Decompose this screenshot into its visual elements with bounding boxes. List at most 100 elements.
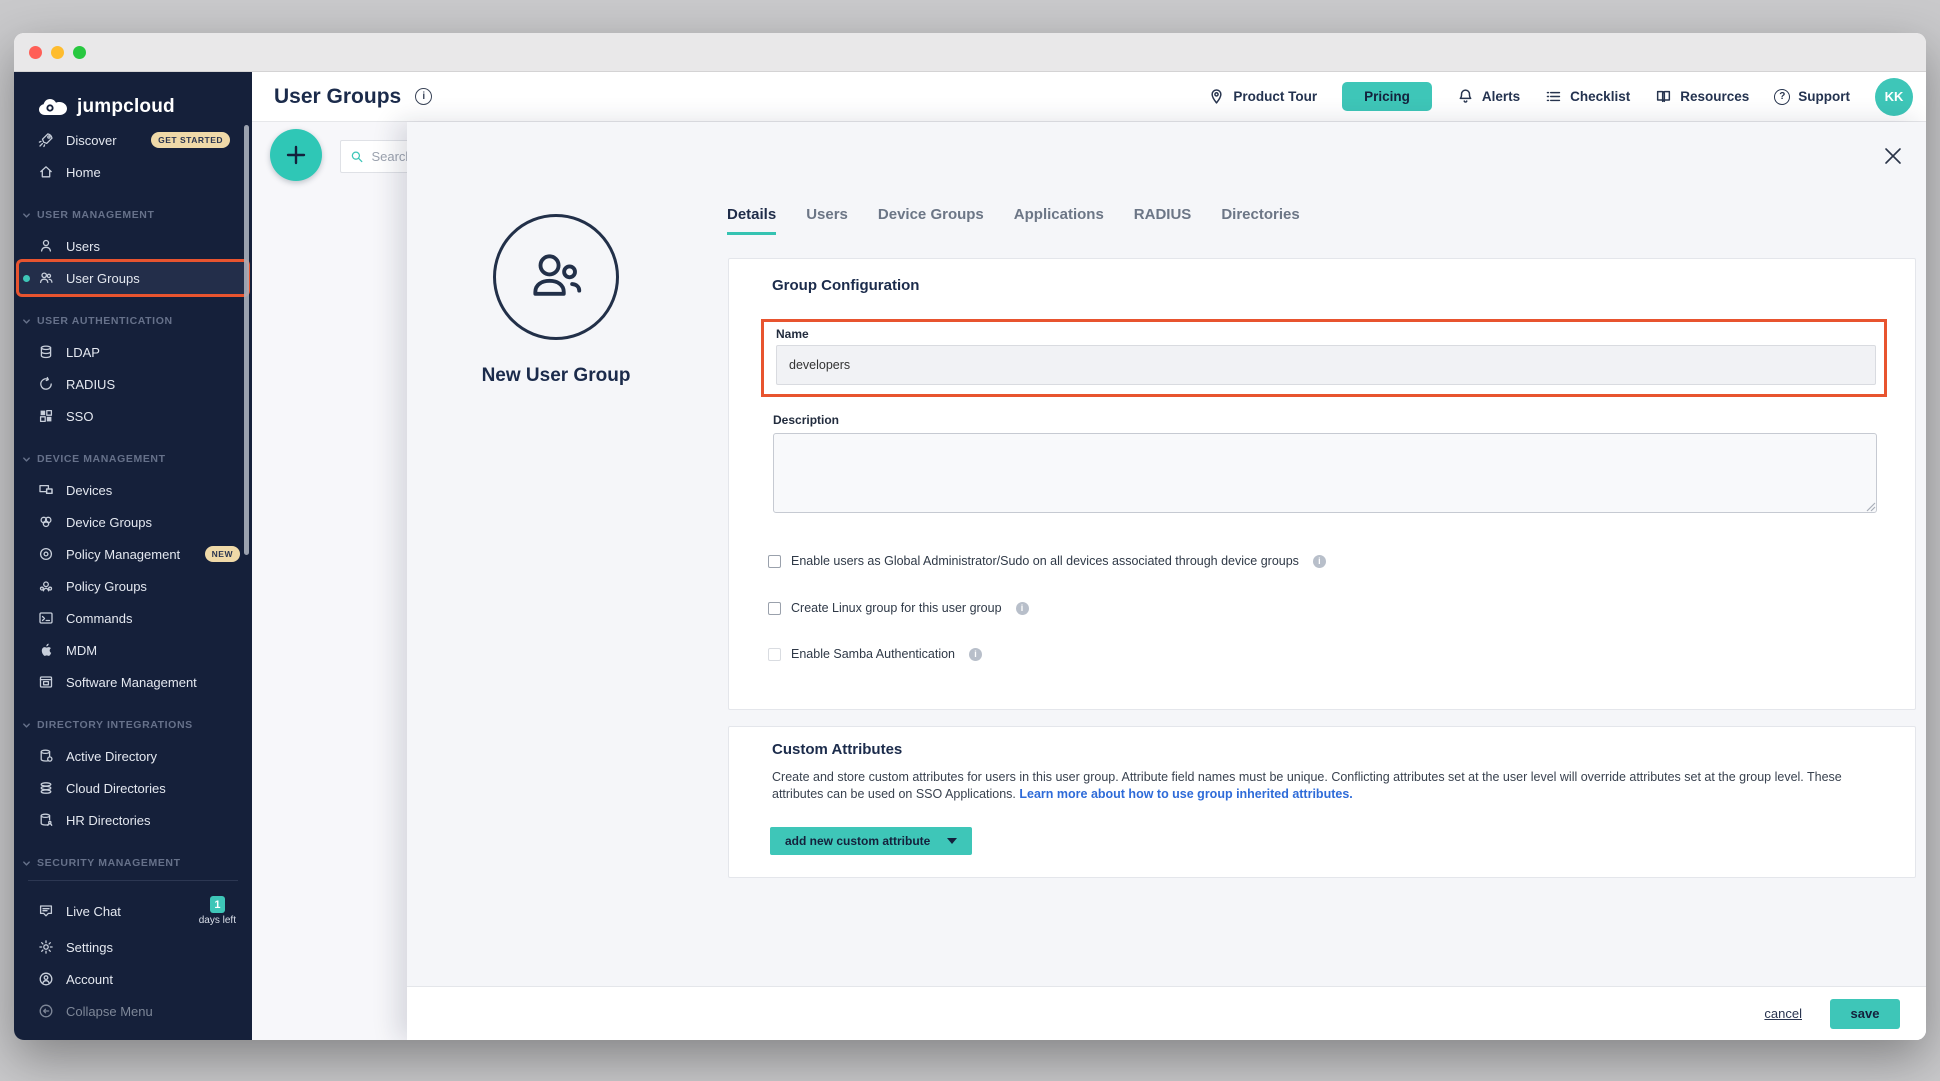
chevron-down-icon xyxy=(22,211,31,220)
checkbox-row-linux-group[interactable]: Create Linux group for this user group i xyxy=(768,601,1029,615)
sidebar-item-label: Cloud Directories xyxy=(66,781,166,796)
bell-icon xyxy=(1457,88,1474,105)
sidebar-item-account[interactable]: Account xyxy=(14,963,252,995)
collapse-arrow-icon xyxy=(38,1003,54,1019)
cloud-logo-icon xyxy=(38,98,68,116)
sidebar-section-user-authentication[interactable]: USER AUTHENTICATION xyxy=(14,306,252,336)
add-user-group-button[interactable] xyxy=(270,129,322,181)
sidebar-item-mdm[interactable]: MDM xyxy=(14,634,252,666)
tab-radius[interactable]: RADIUS xyxy=(1134,206,1192,235)
avatar[interactable]: KK xyxy=(1875,78,1913,116)
add-custom-attribute-button[interactable]: add new custom attribute xyxy=(770,827,972,855)
tab-device-groups[interactable]: Device Groups xyxy=(878,206,984,235)
sidebar-item-sso[interactable]: SSO xyxy=(14,400,252,432)
hr-directories-icon xyxy=(38,812,54,828)
sidebar-footer: Live Chat 1 days left Settings Account xyxy=(14,880,252,1027)
sidebar-scrollbar[interactable] xyxy=(244,125,249,555)
sidebar-item-label: LDAP xyxy=(66,345,100,360)
page-content: Details Users Device Groups Applications… xyxy=(252,122,1926,1040)
sidebar-item-devices[interactable]: Devices xyxy=(14,474,252,506)
gear-icon xyxy=(38,939,54,955)
group-icon xyxy=(525,246,587,308)
sidebar-item-hr-directories[interactable]: HR Directories xyxy=(14,804,252,836)
tab-directories[interactable]: Directories xyxy=(1221,206,1299,235)
sidebar-section-security-management[interactable]: SECURITY MANAGEMENT xyxy=(14,848,252,878)
plus-icon xyxy=(284,143,308,167)
name-label: Name xyxy=(776,327,809,341)
product-tour-button[interactable]: Product Tour xyxy=(1208,88,1317,105)
panel-footer: cancel save xyxy=(407,986,1926,1040)
chevron-down-icon xyxy=(22,721,31,730)
tab-applications[interactable]: Applications xyxy=(1014,206,1104,235)
sidebar-item-settings[interactable]: Settings xyxy=(14,931,252,963)
new-badge: NEW xyxy=(205,546,240,562)
sidebar-item-label: RADIUS xyxy=(66,377,115,392)
account-icon xyxy=(38,971,54,987)
sidebar-section-device-management[interactable]: DEVICE MANAGEMENT xyxy=(14,444,252,474)
close-window-button[interactable] xyxy=(29,46,42,59)
minimize-window-button[interactable] xyxy=(51,46,64,59)
radius-icon xyxy=(38,376,54,392)
cancel-button[interactable]: cancel xyxy=(1764,1006,1802,1021)
samba-checkbox[interactable] xyxy=(768,648,781,661)
resources-button[interactable]: Resources xyxy=(1655,88,1749,105)
user-icon xyxy=(38,238,54,254)
sidebar-item-commands[interactable]: Commands xyxy=(14,602,252,634)
app-window: jumpcloud Discover GET STARTED Home USER… xyxy=(14,33,1926,1040)
sidebar-item-cloud-directories[interactable]: Cloud Directories xyxy=(14,772,252,804)
learn-more-link[interactable]: Learn more about how to use group inheri… xyxy=(1019,787,1352,801)
book-icon xyxy=(1655,88,1672,105)
linux-group-checkbox[interactable] xyxy=(768,602,781,615)
info-icon[interactable]: i xyxy=(969,648,982,661)
sidebar-section-user-management[interactable]: USER MANAGEMENT xyxy=(14,200,252,230)
sidebar-item-discover[interactable]: Discover GET STARTED xyxy=(14,124,252,156)
sidebar-item-users[interactable]: Users xyxy=(14,230,252,262)
zoom-window-button[interactable] xyxy=(73,46,86,59)
info-icon[interactable]: i xyxy=(1313,555,1326,568)
window-titlebar xyxy=(14,33,1926,72)
sidebar-item-active-directory[interactable]: Active Directory xyxy=(14,740,252,772)
sidebar-item-user-groups[interactable]: User Groups xyxy=(19,262,247,294)
support-button[interactable]: ? Support xyxy=(1774,89,1850,105)
checklist-button[interactable]: Checklist xyxy=(1545,88,1630,105)
sidebar-item-collapse-menu[interactable]: Collapse Menu xyxy=(14,995,252,1027)
resize-handle[interactable] xyxy=(1865,501,1876,512)
sidebar-item-ldap[interactable]: LDAP xyxy=(14,336,252,368)
new-user-group-icon xyxy=(493,214,619,340)
active-directory-icon xyxy=(38,748,54,764)
sidebar-item-software-management[interactable]: Software Management xyxy=(14,666,252,698)
sidebar-item-label: Devices xyxy=(66,483,112,498)
get-started-badge: GET STARTED xyxy=(151,132,230,148)
sidebar-item-radius[interactable]: RADIUS xyxy=(14,368,252,400)
sidebar-item-home[interactable]: Home xyxy=(14,156,252,188)
search-icon xyxy=(350,149,363,164)
annotation-highlight: Name xyxy=(761,319,1887,397)
sidebar-item-live-chat[interactable]: Live Chat 1 days left xyxy=(14,891,252,931)
sidebar-item-label: MDM xyxy=(66,643,97,658)
page-header: User Groups i Product Tour Pricing Alert… xyxy=(252,72,1926,122)
sidebar-item-label: Home xyxy=(66,165,101,180)
description-textarea[interactable] xyxy=(773,433,1877,513)
sidebar-item-policy-groups[interactable]: Policy Groups xyxy=(14,570,252,602)
header-actions: Product Tour Pricing Alerts Checklist Re… xyxy=(1208,78,1913,116)
group-name-input[interactable] xyxy=(776,345,1876,385)
new-user-group-panel: Details Users Device Groups Applications… xyxy=(407,122,1926,1040)
policy-management-icon xyxy=(38,546,54,562)
tab-users[interactable]: Users xyxy=(806,206,848,235)
checkbox-row-samba[interactable]: Enable Samba Authentication i xyxy=(768,647,982,661)
close-icon[interactable] xyxy=(1883,146,1903,166)
sidebar-item-label: Account xyxy=(66,972,113,987)
pricing-button[interactable]: Pricing xyxy=(1342,82,1432,111)
terminal-icon xyxy=(38,610,54,626)
sidebar-section-directory-integrations[interactable]: DIRECTORY INTEGRATIONS xyxy=(14,710,252,740)
info-icon[interactable]: i xyxy=(1016,602,1029,615)
sidebar-item-policy-management[interactable]: Policy Management NEW xyxy=(14,538,252,570)
sidebar-item-label: Device Groups xyxy=(66,515,152,530)
checkbox-row-global-admin[interactable]: Enable users as Global Administrator/Sud… xyxy=(768,554,1326,568)
save-button[interactable]: save xyxy=(1830,999,1900,1029)
sidebar-item-device-groups[interactable]: Device Groups xyxy=(14,506,252,538)
page-info-icon[interactable]: i xyxy=(415,88,432,105)
global-admin-checkbox[interactable] xyxy=(768,555,781,568)
tab-details[interactable]: Details xyxy=(727,206,776,235)
alerts-button[interactable]: Alerts xyxy=(1457,88,1520,105)
